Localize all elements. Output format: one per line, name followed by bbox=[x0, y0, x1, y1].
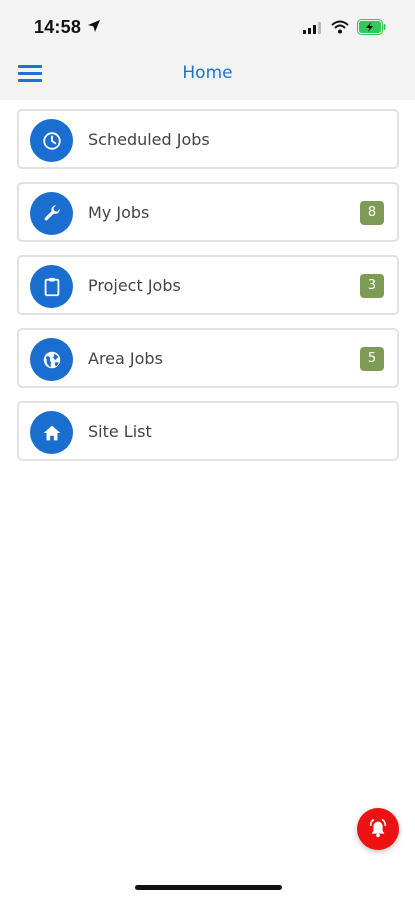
menu-item-area-jobs[interactable]: Area Jobs 5 bbox=[17, 328, 399, 388]
count-badge: 5 bbox=[360, 347, 384, 371]
scheduled-jobs-icon-circle bbox=[30, 119, 73, 162]
home-icon bbox=[43, 425, 60, 440]
menu-item-label: My Jobs bbox=[88, 203, 150, 222]
site-list-icon-circle bbox=[30, 411, 73, 454]
my-jobs-icon-circle bbox=[30, 192, 73, 235]
alarm-bell-icon bbox=[369, 819, 387, 838]
status-time: 14:58 bbox=[34, 17, 82, 37]
menu-item-label: Scheduled Jobs bbox=[88, 130, 210, 149]
page-title: Home bbox=[182, 63, 233, 83]
menu-item-project-jobs[interactable]: Project Jobs 3 bbox=[17, 255, 399, 315]
home-menu-list: Scheduled Jobs My Jobs 8 Project Jobs 3 bbox=[17, 109, 399, 474]
menu-item-label: Site List bbox=[88, 422, 152, 441]
alarm-fab-button[interactable] bbox=[357, 808, 399, 850]
clock-icon bbox=[42, 131, 61, 150]
location-arrow-icon bbox=[88, 20, 100, 32]
clipboard-icon bbox=[44, 277, 59, 296]
menu-item-label: Project Jobs bbox=[88, 276, 181, 295]
menu-item-scheduled-jobs[interactable]: Scheduled Jobs bbox=[17, 109, 399, 169]
wrench-icon bbox=[44, 204, 60, 220]
area-jobs-icon-circle bbox=[30, 338, 73, 381]
wifi-icon bbox=[331, 20, 349, 34]
battery-charging-icon bbox=[357, 19, 386, 35]
cellular-signal-icon bbox=[303, 22, 321, 34]
globe-icon bbox=[43, 351, 60, 368]
count-badge: 8 bbox=[360, 201, 384, 225]
menu-item-site-list[interactable]: Site List bbox=[17, 401, 399, 461]
status-bar: 14:58 bbox=[0, 0, 415, 50]
menu-item-my-jobs[interactable]: My Jobs 8 bbox=[17, 182, 399, 242]
menu-item-label: Area Jobs bbox=[88, 349, 163, 368]
home-indicator[interactable] bbox=[135, 885, 282, 890]
count-badge: 3 bbox=[360, 274, 384, 298]
project-jobs-icon-circle bbox=[30, 265, 73, 308]
